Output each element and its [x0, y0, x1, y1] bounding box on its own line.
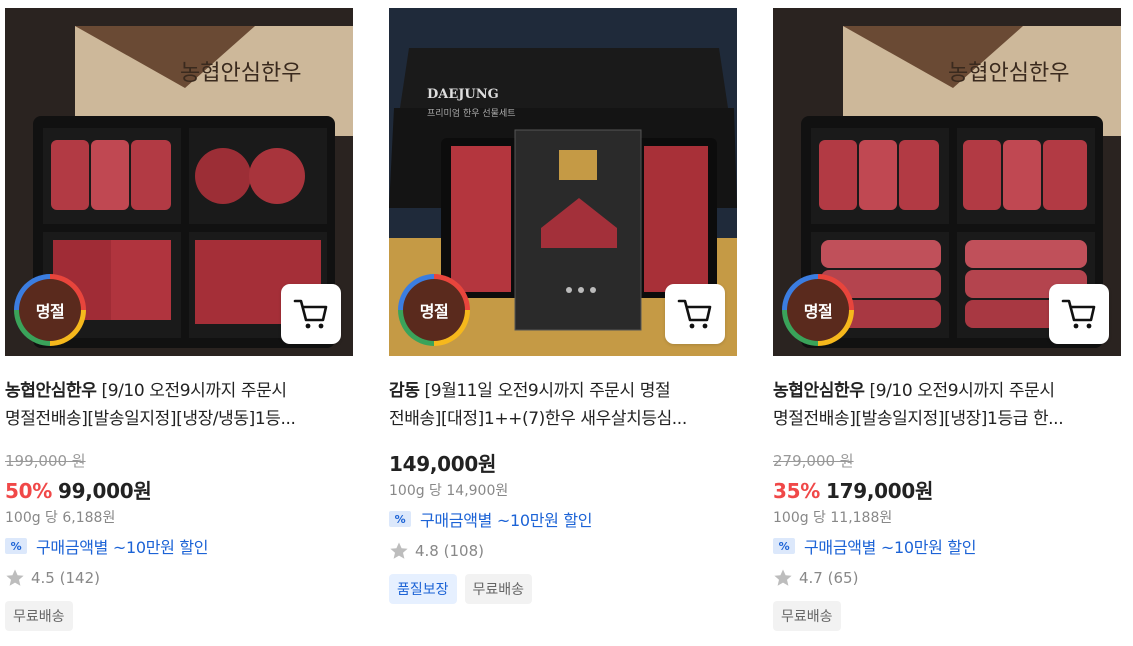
- rating-value: 4.7: [799, 569, 823, 587]
- product-brand: 농협안심한우: [5, 381, 97, 401]
- rating-value: 4.5: [31, 569, 55, 587]
- tag-list: 무료배송: [5, 601, 353, 631]
- price-row: 149,000원: [389, 448, 737, 476]
- rating: 4.5 (142): [5, 567, 353, 589]
- sale-price: 149,000원: [389, 452, 497, 476]
- product-title-line2: 전배송][대정]1++(7)한우 새우살치등심...: [389, 409, 687, 429]
- box-brand-text: 농협안심한우: [948, 61, 1069, 86]
- season-badge: 명절: [398, 274, 470, 346]
- product-image[interactable]: 농협안심한우 명절: [5, 8, 353, 356]
- product-card[interactable]: 농협안심한우 명절 농협안심한우 [9/10 오전9시까지 주문시 명절전배송]…: [5, 8, 353, 631]
- coupon-info[interactable]: % 구매금액별 ~10만원 할인: [773, 535, 1121, 557]
- cart-icon: [677, 299, 712, 329]
- coupon-label: 구매금액별 ~10만원 할인: [420, 511, 593, 530]
- rating: 4.8 (108): [389, 540, 737, 562]
- star-icon: [774, 569, 792, 586]
- review-count: (108): [443, 542, 484, 560]
- price-row: 35% 179,000원: [773, 475, 1121, 503]
- star-icon: [390, 542, 408, 559]
- coupon-icon: %: [773, 538, 795, 554]
- review-count: (142): [59, 569, 100, 587]
- tag-list: 무료배송: [773, 601, 1121, 631]
- unit-price: 100g 당 6,188원: [5, 510, 116, 526]
- sale-price: 179,000원: [825, 479, 934, 503]
- tag-quality-guarantee: 품질보장: [389, 574, 457, 604]
- product-card[interactable]: DAEJUNG 프리미엄 한우 선물세트 명절 감동 [9월11일 오전9시까지…: [389, 8, 737, 604]
- coupon-icon: %: [5, 538, 27, 554]
- sale-price: 99,000원: [57, 479, 152, 503]
- product-card[interactable]: 농협안심한우 명절 농협안심한우 [9/10 오전9시까지 주문시 명절전배송]…: [773, 8, 1121, 631]
- price-row: 50% 99,000원: [5, 475, 353, 503]
- add-to-cart-button[interactable]: [665, 284, 725, 344]
- tag-free-shipping: 무료배송: [773, 601, 841, 631]
- rating-value: 4.8: [415, 542, 439, 560]
- discount-rate: 35%: [773, 479, 820, 503]
- tag-list: 품질보장 무료배송: [389, 574, 737, 604]
- original-price: 199,000 원: [5, 452, 86, 470]
- product-title-line1: [9월11일 오전9시까지 주문시 명절: [419, 381, 671, 401]
- coupon-info[interactable]: % 구매금액별 ~10만원 할인: [5, 535, 353, 557]
- box-brand-text: 농협안심한우: [180, 61, 301, 86]
- product-title[interactable]: 감동 [9월11일 오전9시까지 주문시 명절 전배송][대정]1++(7)한우…: [389, 377, 737, 433]
- star-icon: [6, 569, 24, 586]
- add-to-cart-button[interactable]: [1049, 284, 1109, 344]
- product-title[interactable]: 농협안심한우 [9/10 오전9시까지 주문시 명절전배송][발송일지정][냉장…: [5, 377, 353, 433]
- product-title-line2: 명절전배송][발송일지정][냉장]1등급 한...: [773, 409, 1064, 429]
- product-image[interactable]: 농협안심한우 명절: [773, 8, 1121, 356]
- season-badge: 명절: [782, 274, 854, 346]
- original-price: 279,000 원: [773, 452, 854, 470]
- product-brand: 감동: [389, 381, 420, 401]
- product-title[interactable]: 농협안심한우 [9/10 오전9시까지 주문시 명절전배송][발송일지정][냉장…: [773, 377, 1121, 433]
- season-badge-label: 명절: [403, 279, 465, 341]
- product-title-line2: 명절전배송][발송일지정][냉장/냉동]1등...: [5, 409, 296, 429]
- rating: 4.7 (65): [773, 567, 1121, 589]
- unit-price: 100g 당 14,900원: [389, 483, 509, 499]
- box-sub-text: 프리미엄 한우 선물세트: [427, 107, 516, 119]
- tag-free-shipping: 무료배송: [464, 574, 533, 604]
- product-image[interactable]: DAEJUNG 프리미엄 한우 선물세트 명절: [389, 8, 737, 356]
- product-title-line1: [9/10 오전9시까지 주문시: [96, 381, 287, 401]
- cart-icon: [1061, 299, 1096, 329]
- box-brand-text: DAEJUNG: [427, 87, 499, 102]
- cart-icon: [293, 299, 328, 329]
- product-grid: 농협안심한우 명절 농협안심한우 [9/10 오전9시까지 주문시 명절전배송]…: [0, 0, 1133, 646]
- product-title-line1: [9/10 오전9시까지 주문시: [864, 381, 1055, 401]
- season-badge: 명절: [14, 274, 86, 346]
- coupon-icon: %: [389, 511, 411, 527]
- product-brand: 농협안심한우: [773, 381, 865, 401]
- season-badge-label: 명절: [19, 279, 81, 341]
- discount-rate: 50%: [5, 479, 52, 503]
- review-count: (65): [827, 569, 859, 587]
- season-badge-label: 명절: [787, 279, 849, 341]
- unit-price: 100g 당 11,188원: [773, 510, 893, 526]
- add-to-cart-button[interactable]: [281, 284, 341, 344]
- tag-free-shipping: 무료배송: [5, 601, 73, 631]
- coupon-label: 구매금액별 ~10만원 할인: [36, 538, 209, 557]
- coupon-info[interactable]: % 구매금액별 ~10만원 할인: [389, 508, 737, 530]
- coupon-label: 구매금액별 ~10만원 할인: [804, 538, 977, 557]
